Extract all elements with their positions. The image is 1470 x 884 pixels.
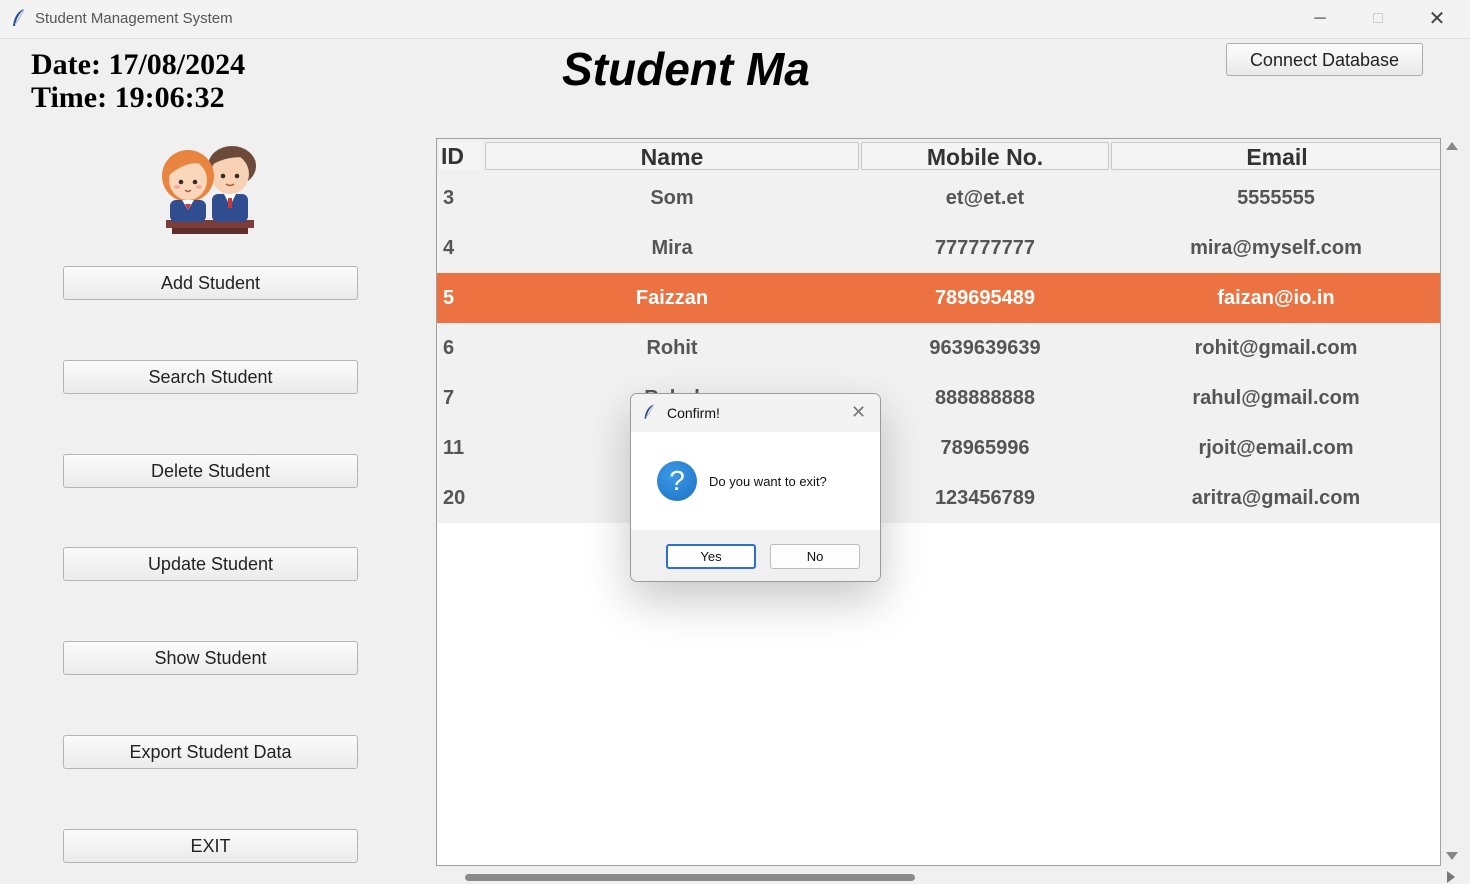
table-row[interactable]: 20 123456789 aritra@gmail.com xyxy=(437,473,1440,523)
student-table[interactable]: ID Name Mobile No. Email 3 Som et@et.et … xyxy=(436,138,1441,866)
dialog-close-button[interactable]: ✕ xyxy=(851,402,866,423)
cell-mobile: 123456789 xyxy=(934,487,1036,509)
time-label: Time: 19:06:32 xyxy=(31,81,225,114)
column-header-mobile[interactable]: Mobile No. xyxy=(861,142,1109,170)
maximize-button[interactable]: □ xyxy=(1349,0,1407,38)
scroll-right-arrow-icon[interactable] xyxy=(1447,871,1455,883)
cell-id: 7 xyxy=(443,387,455,409)
cell-mobile: 888888888 xyxy=(934,387,1036,409)
export-student-data-button[interactable]: Export Student Data xyxy=(63,735,358,769)
scroll-down-arrow-icon[interactable] xyxy=(1446,852,1458,860)
cell-mobile: 789695489 xyxy=(934,287,1036,309)
cell-id: 11 xyxy=(443,437,465,459)
exit-button[interactable]: EXIT xyxy=(63,829,358,863)
table-row[interactable]: 11 78965996 rjoit@email.com xyxy=(437,423,1440,473)
cell-id: 20 xyxy=(443,487,466,509)
dialog-message: Do you want to exit? xyxy=(709,474,827,489)
cell-name: Mira xyxy=(651,237,693,259)
cell-id: 5 xyxy=(443,287,455,309)
cell-mobile: 777777777 xyxy=(934,237,1036,259)
cell-email: rohit@gmail.com xyxy=(1194,337,1358,359)
cell-id: 6 xyxy=(443,337,455,359)
delete-student-button[interactable]: Delete Student xyxy=(63,454,358,488)
table-row[interactable]: 3 Som et@et.et 5555555 xyxy=(437,173,1440,223)
window-title: Student Management System xyxy=(35,10,233,27)
column-header-id[interactable]: ID xyxy=(439,142,483,170)
cell-email: 5555555 xyxy=(1237,187,1315,209)
no-button[interactable]: No xyxy=(770,544,860,569)
column-header-email[interactable]: Email xyxy=(1111,142,1440,170)
add-student-button[interactable]: Add Student xyxy=(63,266,358,300)
vertical-scrollbar[interactable] xyxy=(1442,138,1462,866)
feather-icon xyxy=(644,404,655,419)
table-header: ID Name Mobile No. Email xyxy=(437,139,1440,174)
cell-name: Rohit xyxy=(646,337,698,359)
feather-icon xyxy=(13,8,25,26)
cell-mobile: 78965996 xyxy=(940,437,1030,459)
table-row[interactable]: 7 Rahul 888888888 rahul@gmail.com xyxy=(437,373,1440,423)
datetime-display: Date: 17/08/2024 Time: 19:06:32 xyxy=(31,48,245,114)
show-student-button[interactable]: Show Student xyxy=(63,641,358,675)
yes-button[interactable]: Yes xyxy=(666,544,756,569)
page-title: Student Ma xyxy=(562,43,810,95)
table-row[interactable]: 4 Mira 777777777 mira@myself.com xyxy=(437,223,1440,273)
connect-database-button[interactable]: Connect Database xyxy=(1226,43,1423,76)
table-row[interactable]: 6 Rohit 9639639639 rohit@gmail.com xyxy=(437,323,1440,373)
cell-id: 4 xyxy=(443,237,455,259)
scroll-up-arrow-icon[interactable] xyxy=(1446,142,1458,150)
cell-id: 3 xyxy=(443,187,455,209)
cell-mobile: et@et.et xyxy=(945,187,1025,209)
cell-email: rjoit@email.com xyxy=(1198,437,1354,459)
students-avatar-icon xyxy=(162,146,256,234)
cell-email: rahul@gmail.com xyxy=(1192,387,1360,409)
cell-email: faizan@io.in xyxy=(1217,287,1335,309)
question-icon: ? xyxy=(657,461,697,501)
horizontal-scrollbar-thumb[interactable] xyxy=(465,874,915,881)
dialog-title: Confirm! xyxy=(667,405,720,421)
window-titlebar: Student Management System ─ □ ✕ xyxy=(0,0,1470,39)
table-row-selected[interactable]: 5 Faizzan 789695489 faizan@io.in xyxy=(437,273,1440,323)
cell-email: mira@myself.com xyxy=(1190,237,1362,259)
update-student-button[interactable]: Update Student xyxy=(63,547,358,581)
date-label: Date: 17/08/2024 xyxy=(31,48,246,81)
cell-name: Som xyxy=(650,187,694,209)
cell-name: Faizzan xyxy=(635,287,709,309)
cell-email: aritra@gmail.com xyxy=(1191,487,1361,509)
search-student-button[interactable]: Search Student xyxy=(63,360,358,394)
cell-mobile: 9639639639 xyxy=(929,337,1041,359)
confirm-dialog: Confirm! ✕ ? Do you want to exit? Yes No xyxy=(630,393,881,582)
column-header-name[interactable]: Name xyxy=(485,142,859,170)
dialog-titlebar: Confirm! ✕ xyxy=(631,394,880,432)
close-window-button[interactable]: ✕ xyxy=(1408,0,1466,38)
minimize-button[interactable]: ─ xyxy=(1291,0,1349,38)
